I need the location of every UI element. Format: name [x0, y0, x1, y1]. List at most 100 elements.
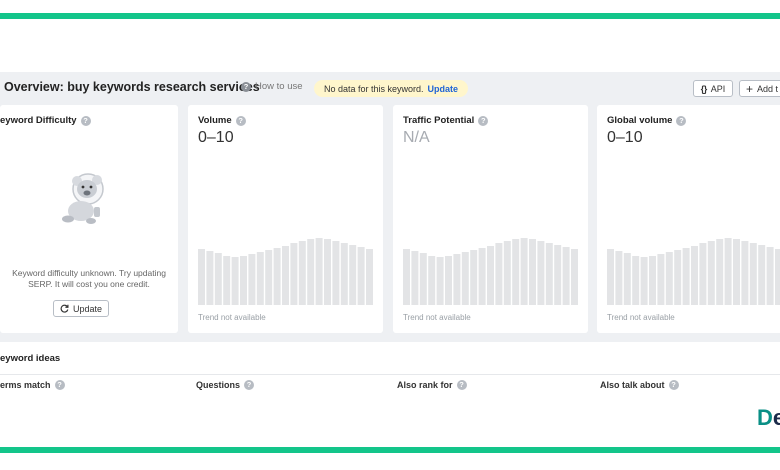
- traffic-potential-label: Traffic Potential: [403, 115, 475, 126]
- trend-placeholder-bar: [665, 252, 673, 305]
- trend-placeholder-bar: [615, 251, 623, 305]
- trend-placeholder-bar: [436, 257, 444, 305]
- also-rank-for-label: Also rank for: [397, 380, 453, 390]
- trend-placeholder-bar: [607, 249, 614, 305]
- volume-label: Volume: [198, 115, 232, 126]
- trend-placeholder-bar: [537, 241, 545, 305]
- bottom-accent-bar: [0, 447, 780, 453]
- volume-trend-note: Trend not available: [198, 313, 266, 322]
- trend-placeholder-bar: [512, 239, 520, 305]
- volume-card: Volume ? 0–10 Trend not available: [188, 105, 383, 333]
- trend-placeholder-bar: [419, 253, 427, 305]
- help-icon[interactable]: ?: [80, 115, 91, 126]
- help-icon[interactable]: ?: [235, 115, 246, 126]
- trend-placeholder-bar: [461, 252, 469, 305]
- top-accent-bar: [0, 13, 780, 19]
- kd-message-line-1: Keyword difficulty unknown. Try updating: [12, 268, 166, 278]
- trend-placeholder-bar: [495, 243, 503, 305]
- trend-placeholder-bar: [520, 238, 528, 305]
- trend-placeholder-bar: [623, 253, 631, 305]
- keyword-difficulty-label: eyword Difficulty: [0, 115, 77, 126]
- global-trend-chart: [607, 238, 780, 305]
- help-icon[interactable]: ?: [676, 115, 687, 126]
- no-data-update-link[interactable]: Update: [428, 84, 459, 94]
- trend-placeholder-bar: [749, 243, 757, 305]
- global-volume-label: Global volume: [607, 115, 673, 126]
- trend-placeholder-bar: [366, 249, 373, 305]
- trend-placeholder-bar: [707, 241, 715, 305]
- api-button-label: API: [710, 83, 726, 94]
- trend-placeholder-bar: [632, 256, 640, 305]
- also-rank-for-column[interactable]: Also rank for ?: [397, 380, 467, 390]
- keyword-ideas-section: eyword ideas erms match ? Questions ? Al…: [0, 342, 780, 402]
- trend-placeholder-bar: [273, 248, 281, 305]
- volume-title: Volume ?: [198, 115, 246, 126]
- trend-placeholder-bar: [724, 238, 732, 305]
- how-to-use-link[interactable]: ? How to use: [241, 81, 303, 92]
- traffic-potential-card: Traffic Potential ? N/A Trend not availa…: [393, 105, 588, 333]
- terms-match-label: erms match: [0, 380, 51, 390]
- plus-icon: +: [746, 81, 754, 96]
- keyword-difficulty-message: Keyword difficulty unknown. Try updating…: [0, 268, 178, 290]
- brand-logo: De: [757, 405, 780, 431]
- global-volume-title: Global volume ?: [607, 115, 687, 126]
- trend-placeholder-bar: [256, 252, 264, 305]
- trend-placeholder-bar: [453, 254, 461, 305]
- volume-value: 0–10: [198, 129, 234, 146]
- trend-placeholder-bar: [741, 241, 749, 305]
- trend-placeholder-bar: [332, 241, 340, 305]
- global-trend-note: Trend not available: [607, 313, 675, 322]
- trend-placeholder-bar: [428, 256, 436, 305]
- trend-placeholder-bar: [214, 253, 222, 305]
- trend-placeholder-bar: [478, 248, 486, 305]
- trend-placeholder-bar: [411, 251, 419, 305]
- trend-placeholder-bar: [716, 239, 724, 305]
- global-volume-card: Global volume ? 0–10 Trend not available: [597, 105, 780, 333]
- trend-placeholder-bar: [265, 250, 273, 305]
- trend-placeholder-bar: [758, 245, 766, 305]
- volume-trend-chart: [198, 238, 373, 305]
- trend-placeholder-bar: [340, 243, 348, 305]
- questions-label: Questions: [196, 380, 241, 390]
- trend-placeholder-bar: [554, 245, 562, 305]
- no-data-text: No data for this keyword.: [324, 83, 424, 94]
- trend-placeholder-bar: [699, 243, 707, 305]
- trend-placeholder-bar: [562, 247, 570, 305]
- traffic-trend-chart: [403, 238, 578, 305]
- traffic-potential-title: Traffic Potential ?: [403, 115, 489, 126]
- trend-placeholder-bar: [290, 243, 298, 305]
- logo-letter-d: D: [757, 405, 773, 430]
- update-serp-button[interactable]: Update: [53, 300, 109, 317]
- questions-column[interactable]: Questions ?: [196, 380, 255, 390]
- trend-placeholder-bar: [682, 248, 690, 305]
- help-icon: ?: [54, 380, 65, 390]
- also-talk-about-label: Also talk about: [600, 380, 665, 390]
- global-volume-value: 0–10: [607, 129, 643, 146]
- trend-placeholder-bar: [324, 239, 331, 305]
- trend-placeholder-bar: [315, 238, 323, 305]
- terms-match-column[interactable]: erms match ?: [0, 380, 65, 390]
- refresh-icon: [60, 304, 69, 313]
- trend-placeholder-bar: [198, 249, 205, 305]
- page-title: Overview: buy keywords research services: [4, 80, 260, 94]
- trend-placeholder-bar: [282, 246, 289, 305]
- update-button-label: Update: [72, 303, 103, 314]
- add-to-list-button[interactable]: + Add t: [739, 80, 780, 97]
- trend-placeholder-bar: [470, 250, 478, 305]
- trend-placeholder-bar: [248, 254, 256, 305]
- api-button[interactable]: {} API: [693, 80, 733, 97]
- trend-placeholder-bar: [640, 257, 648, 305]
- trend-placeholder-bar: [733, 239, 740, 305]
- trend-placeholder-bar: [545, 243, 553, 305]
- help-icon: ?: [241, 81, 251, 92]
- no-data-banner: No data for this keyword. Update: [314, 80, 469, 97]
- trend-placeholder-bar: [674, 250, 682, 305]
- how-to-use-label: How to use: [255, 81, 303, 92]
- traffic-trend-note: Trend not available: [403, 313, 471, 322]
- trend-placeholder-bar: [649, 256, 656, 305]
- trend-placeholder-bar: [691, 246, 698, 305]
- code-braces-icon: {}: [700, 83, 708, 94]
- add-button-label: Add t: [757, 83, 779, 94]
- also-talk-about-column[interactable]: Also talk about ?: [600, 380, 679, 390]
- help-icon[interactable]: ?: [478, 115, 489, 126]
